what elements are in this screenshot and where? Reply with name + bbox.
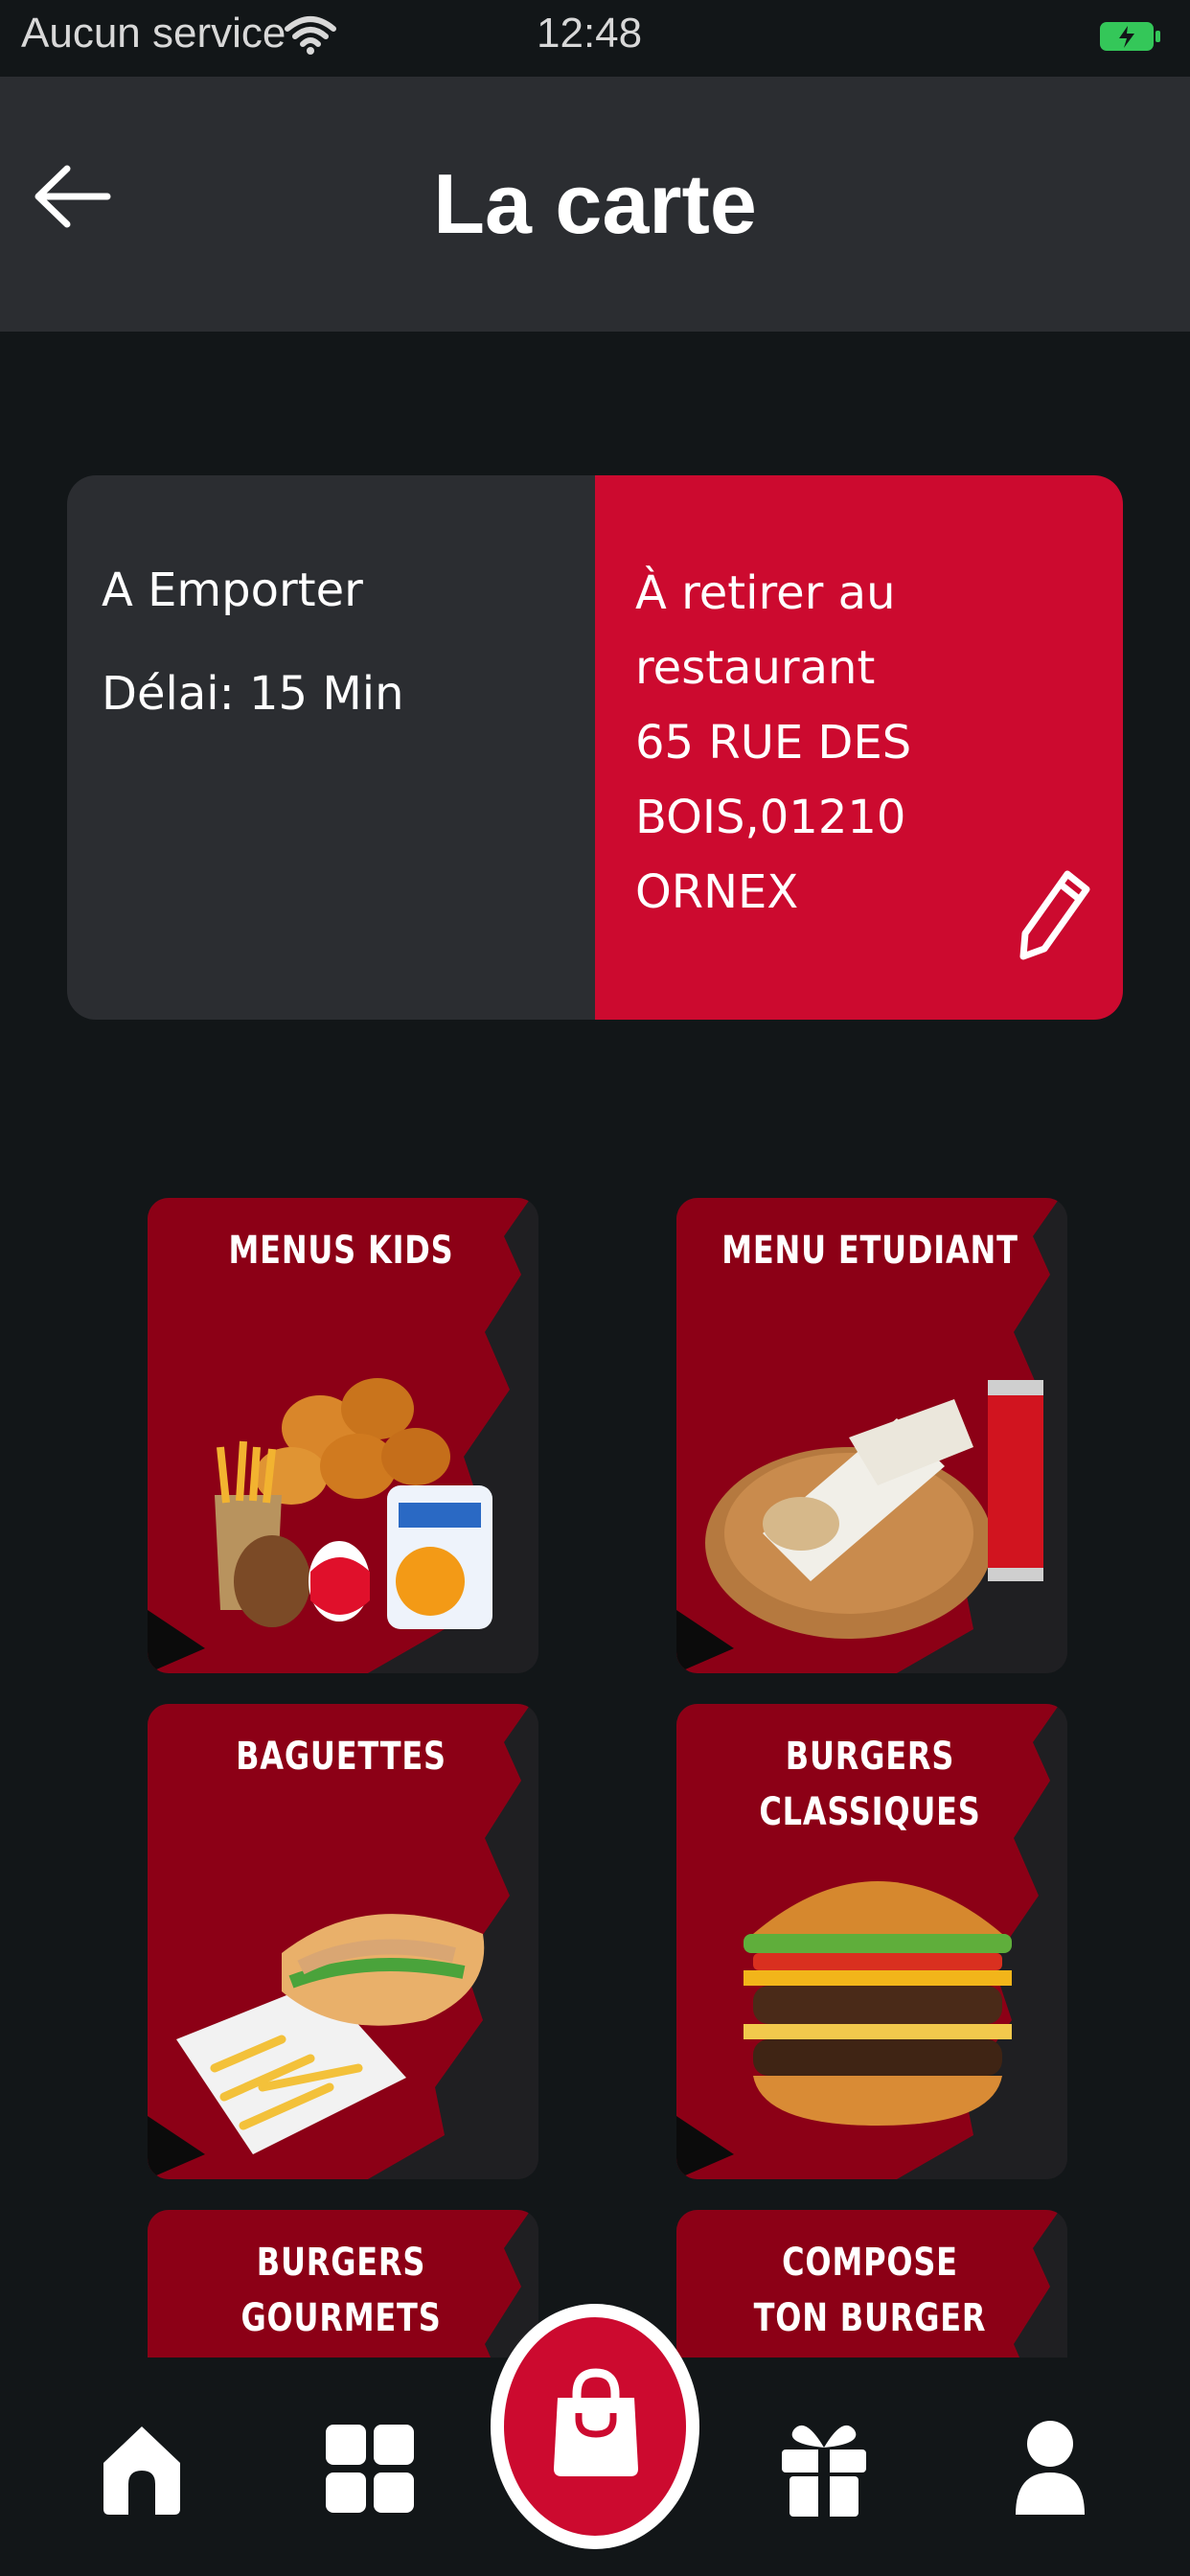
pickup-label-line1: À retirer au bbox=[635, 566, 896, 620]
category-title: COMPOSE TON BURGER bbox=[753, 2241, 987, 2340]
category-title: MENU ETUDIANT bbox=[721, 1229, 1018, 1273]
pickup-address-panel[interactable]: À retirer au restaurant 65 RUE DES BOIS,… bbox=[595, 475, 1123, 1020]
category-compose-ton-burger[interactable]: COMPOSE TON BURGER bbox=[676, 2210, 1067, 2358]
category-title: BAGUETTES bbox=[236, 1735, 446, 1779]
category-baguettes[interactable]: BAGUETTES bbox=[148, 1704, 538, 2179]
kids-menu-image bbox=[215, 1378, 492, 1629]
gift-icon[interactable] bbox=[776, 2415, 872, 2520]
category-grid: MENUS KIDS MENU ETUDIANT BAGUETTES BURGE… bbox=[0, 1198, 1190, 2358]
category-burgers-classiques[interactable]: BURGERS CLASSIQUES bbox=[676, 1704, 1067, 2179]
order-mode: A Emporter bbox=[102, 564, 363, 617]
pencil-edit-icon[interactable] bbox=[1016, 868, 1092, 960]
page-title: La carte bbox=[433, 156, 757, 251]
category-title: MENUS KIDS bbox=[228, 1229, 454, 1273]
category-title: BURGERS CLASSIQUES bbox=[759, 1735, 981, 1834]
category-title: BURGERS GOURMETS bbox=[240, 2241, 442, 2340]
wrap-and-soda-image bbox=[705, 1380, 1043, 1639]
order-mode-panel: A Emporter Délai: 15 Min bbox=[67, 475, 595, 1020]
shopping-bag-icon bbox=[554, 2368, 638, 2476]
status-bar: Aucun service 12:48 bbox=[0, 0, 1190, 77]
pickup-label-line2: restaurant bbox=[635, 641, 876, 695]
battery-charging-icon bbox=[1100, 22, 1160, 51]
user-icon[interactable] bbox=[1002, 2415, 1098, 2520]
cart-button-fill bbox=[504, 2317, 686, 2536]
carrier-label: Aucun service bbox=[21, 10, 286, 57]
bottom-navigation bbox=[0, 2304, 1190, 2576]
cart-button[interactable] bbox=[491, 2304, 699, 2549]
home-icon[interactable] bbox=[94, 2415, 190, 2520]
category-burgers-gourmets[interactable]: BURGERS GOURMETS bbox=[148, 2210, 538, 2358]
category-menus-kids[interactable]: MENUS KIDS bbox=[148, 1198, 538, 1673]
baguette-sandwich-image bbox=[176, 1914, 485, 2154]
grid-icon[interactable] bbox=[322, 2415, 418, 2520]
category-menu-etudiant[interactable]: MENU ETUDIANT bbox=[676, 1198, 1067, 1673]
wifi-icon bbox=[285, 16, 336, 55]
app-header: La carte bbox=[0, 77, 1190, 332]
address-line1: 65 RUE DES BOIS,01210 bbox=[635, 716, 912, 844]
order-delay: Délai: 15 Min bbox=[102, 667, 404, 721]
burger-image bbox=[744, 1881, 1012, 2126]
clock: 12:48 bbox=[537, 10, 643, 57]
order-info-card: A Emporter Délai: 15 Min À retirer au re… bbox=[67, 475, 1123, 1020]
